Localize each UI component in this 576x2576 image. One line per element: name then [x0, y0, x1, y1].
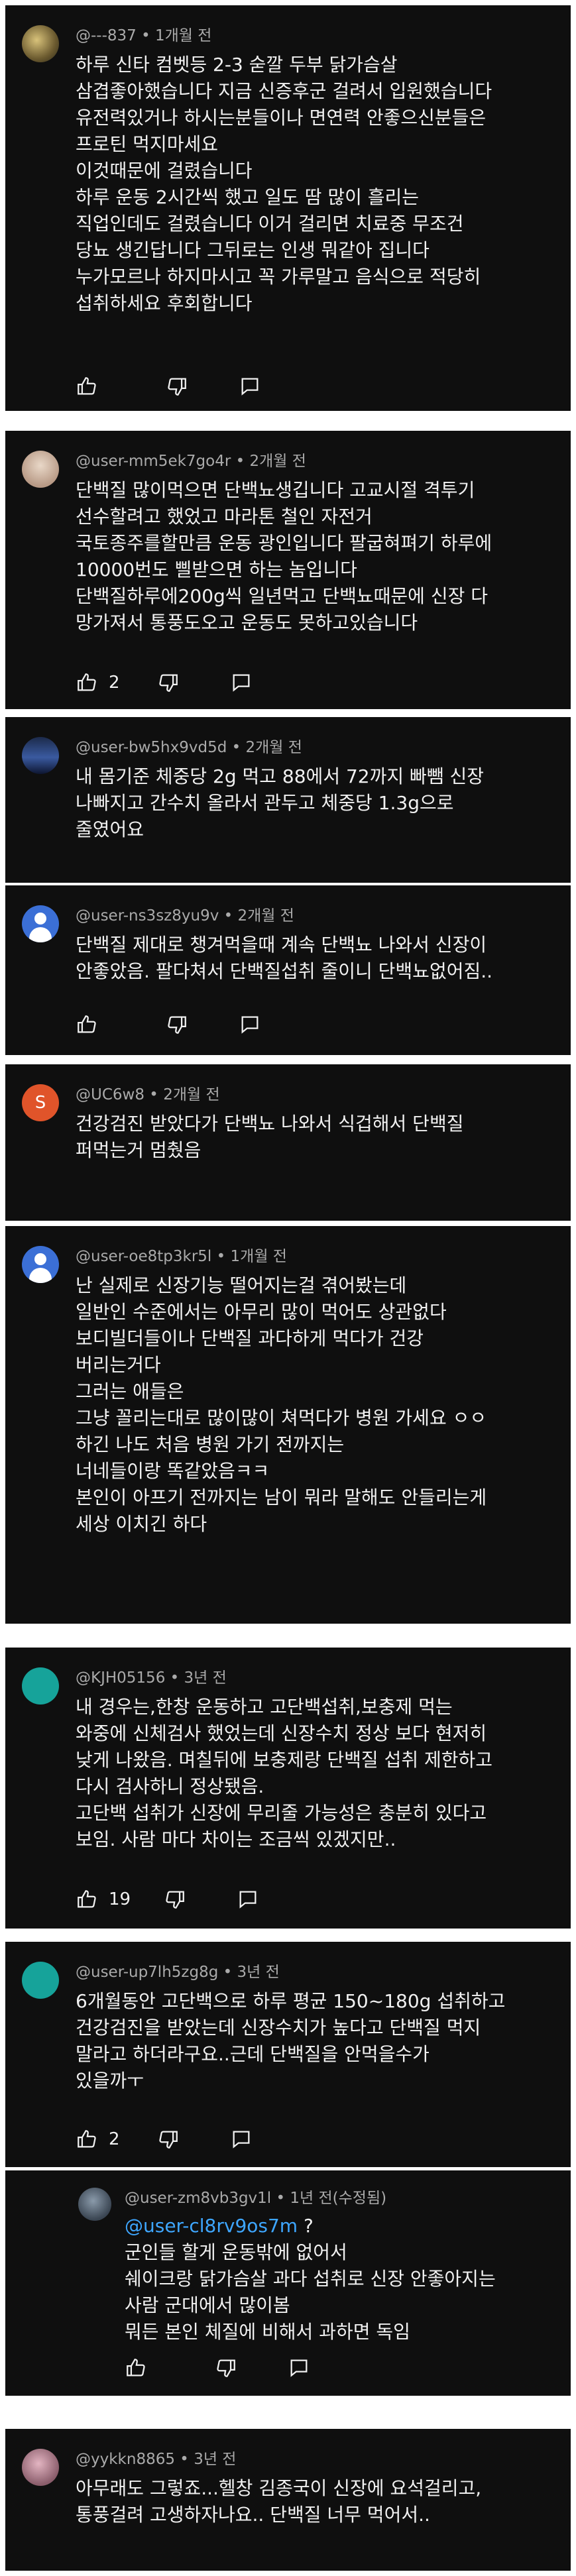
avatar[interactable]: S [22, 1084, 59, 1121]
comment-text: @user-cl8rv9os7m ? 군인들 할게 운동밖에 없어서 쉐이크랑 … [125, 2215, 496, 2343]
comment-meta: @user-mm5ek7go4r • 2개월 전 [76, 453, 306, 470]
comment-actions [76, 373, 261, 400]
thumb-up-icon[interactable] [76, 375, 98, 398]
avatar[interactable] [22, 451, 59, 488]
mention-link[interactable]: @user-cl8rv9os7m [125, 2215, 298, 2237]
reply-icon[interactable] [239, 1013, 261, 1036]
comment-meta: @user-bw5hx9vd5d • 2개월 전 [76, 739, 302, 756]
comment-text: 내 몸기준 체중당 2g 먹고 88에서 72까지 빠뺌 신장 나빠지고 간수치… [76, 765, 484, 840]
comment-author[interactable]: @user-up7lh5zg8g [76, 1964, 218, 1981]
reply-icon[interactable] [288, 2357, 310, 2379]
comment-actions [76, 1011, 261, 1038]
comment-card: S @UC6w8 • 2개월 전 건강검진 받았다가 단백뇨 나와서 식겁해서 … [5, 1064, 571, 1221]
comment-time[interactable]: 2개월 전 [163, 1086, 219, 1103]
avatar[interactable] [22, 2449, 59, 2486]
comment-text: 하루 신타 컴벳등 2-3 숟깔 두부 닭가슴살 삼겹좋아했습니다 지금 신증후… [76, 54, 492, 314]
comment-author[interactable]: @UC6w8 [76, 1086, 144, 1103]
comment-author[interactable]: @user-mm5ek7go4r [76, 453, 231, 470]
comment-author[interactable]: @---837 [76, 27, 137, 44]
comment-text: 건강검진 받았다가 단백뇨 나와서 식겁해서 단백질 퍼먹는거 멈췄음 [76, 1113, 464, 1161]
comment-text: 난 실제로 신장기능 떨어지는걸 겪어봤는데 일반인 수준에서는 아무리 많이 … [76, 1274, 487, 1535]
comment-actions: 19 [76, 1886, 259, 1913]
comment-author[interactable]: @KJH05156 [76, 1669, 165, 1687]
comment-author[interactable]: @yykkn8865 [76, 2451, 175, 2468]
comment-text: 단백질 제대로 챙겨먹을때 계속 단백뇨 나와서 신장이 안좋았음. 팔다쳐서 … [76, 934, 493, 982]
comment-author[interactable]: @user-bw5hx9vd5d [76, 739, 227, 756]
thumb-down-icon[interactable] [166, 375, 188, 398]
comment-meta: @user-zm8vb3gv1l • 1년 전(수정됨) [125, 2190, 387, 2207]
thumb-down-icon[interactable] [215, 2357, 237, 2379]
like-count: 2 [109, 2129, 120, 2149]
comment-time[interactable]: 1개월 전 [231, 1248, 287, 1265]
comment-time[interactable]: 2개월 전 [250, 453, 306, 470]
comment-actions [125, 2355, 310, 2381]
comment-time[interactable]: 2개월 전 [246, 739, 302, 756]
comment-text: 6개월동안 고단백으로 하루 평균 150~180g 섭취하고 건강검진을 받았… [76, 1990, 506, 2092]
comment-card: @---837 • 1개월 전 하루 신타 컴벳등 2-3 숟깔 두부 닭가슴살… [5, 5, 571, 411]
avatar[interactable] [78, 2188, 111, 2221]
reply-card: @user-zm8vb3gv1l • 1년 전(수정됨) @user-cl8rv… [5, 2170, 571, 2396]
comment-card: @user-mm5ek7go4r • 2개월 전 단백질 많이먹으면 단백뇨생깁… [5, 431, 571, 709]
comment-time[interactable]: 3년 전 [194, 2451, 236, 2468]
comment-time[interactable]: 3년 전 [184, 1669, 227, 1687]
comment-card: @user-oe8tp3kr5l • 1개월 전 난 실제로 신장기능 떨어지는… [5, 1226, 571, 1624]
comment-meta: @KJH05156 • 3년 전 [76, 1669, 227, 1687]
comment-author[interactable]: @user-zm8vb3gv1l [125, 2190, 271, 2207]
comment-meta: @---837 • 1개월 전 [76, 27, 212, 44]
reply-icon[interactable] [239, 375, 261, 398]
avatar[interactable] [22, 1667, 59, 1705]
thumb-up-icon[interactable] [76, 1888, 98, 1911]
comment-meta: @user-oe8tp3kr5l • 1개월 전 [76, 1248, 287, 1265]
comment-meta: @user-up7lh5zg8g • 3년 전 [76, 1964, 280, 1981]
reply-icon[interactable] [237, 1888, 259, 1911]
comment-card: @user-bw5hx9vd5d • 2개월 전 내 몸기준 체중당 2g 먹고… [5, 717, 571, 883]
comment-meta: @user-ns3sz8yu9v • 2개월 전 [76, 907, 294, 924]
comment-feed: @---837 • 1개월 전 하루 신타 컴벳등 2-3 숟깔 두부 닭가슴살… [0, 0, 576, 2576]
thumb-up-icon[interactable] [125, 2357, 147, 2379]
thumb-up-icon[interactable] [76, 671, 98, 694]
comment-time[interactable]: 1년 전(수정됨) [290, 2190, 386, 2207]
comment-text: 단백질 많이먹으면 단백뇨생깁니다 고교시절 격투기 선수할려고 했었고 마라톤… [76, 479, 492, 634]
comment-card: @KJH05156 • 3년 전 내 경우는,한창 운동하고 고단백섭취,보충제… [5, 1648, 571, 1929]
like-count: 2 [109, 673, 120, 693]
reply-icon[interactable] [230, 671, 253, 694]
comment-author[interactable]: @user-ns3sz8yu9v [76, 907, 219, 924]
thumb-up-icon[interactable] [76, 2128, 98, 2151]
thumb-down-icon[interactable] [157, 671, 180, 694]
comment-card: @user-ns3sz8yu9v • 2개월 전 단백질 제대로 챙겨먹을때 계… [5, 885, 571, 1055]
avatar[interactable] [22, 737, 59, 774]
comment-card: @user-up7lh5zg8g • 3년 전 6개월동안 고단백으로 하루 평… [5, 1942, 571, 2167]
avatar[interactable] [22, 1962, 59, 1999]
comment-card: @yykkn8865 • 3년 전 아무래도 그렇죠...헬창 김종국이 신장에… [5, 2429, 571, 2571]
avatar[interactable] [22, 25, 59, 62]
comment-actions: 2 [76, 2126, 253, 2153]
comment-time[interactable]: 2개월 전 [238, 907, 294, 924]
avatar[interactable] [22, 905, 59, 942]
like-count: 19 [109, 1889, 131, 1909]
comment-time[interactable]: 1개월 전 [155, 27, 211, 44]
comment-text: 아무래도 그렇죠...헬창 김종국이 신장에 요석걸리고, 통풍걸려 고생하자나… [76, 2477, 482, 2526]
thumb-down-icon[interactable] [166, 1013, 188, 1036]
avatar[interactable] [22, 1246, 59, 1283]
comment-actions: 2 [76, 669, 253, 696]
comment-time[interactable]: 3년 전 [237, 1964, 280, 1981]
thumb-up-icon[interactable] [76, 1013, 98, 1036]
thumb-down-icon[interactable] [164, 1888, 186, 1911]
reply-icon[interactable] [230, 2128, 253, 2151]
comment-meta: @yykkn8865 • 3년 전 [76, 2451, 237, 2468]
thumb-down-icon[interactable] [157, 2128, 180, 2151]
comment-text: 내 경우는,한창 운동하고 고단백섭취,보충제 먹는 와중에 신체검사 했었는데… [76, 1696, 493, 1850]
comment-author[interactable]: @user-oe8tp3kr5l [76, 1248, 211, 1265]
comment-meta: @UC6w8 • 2개월 전 [76, 1086, 220, 1103]
